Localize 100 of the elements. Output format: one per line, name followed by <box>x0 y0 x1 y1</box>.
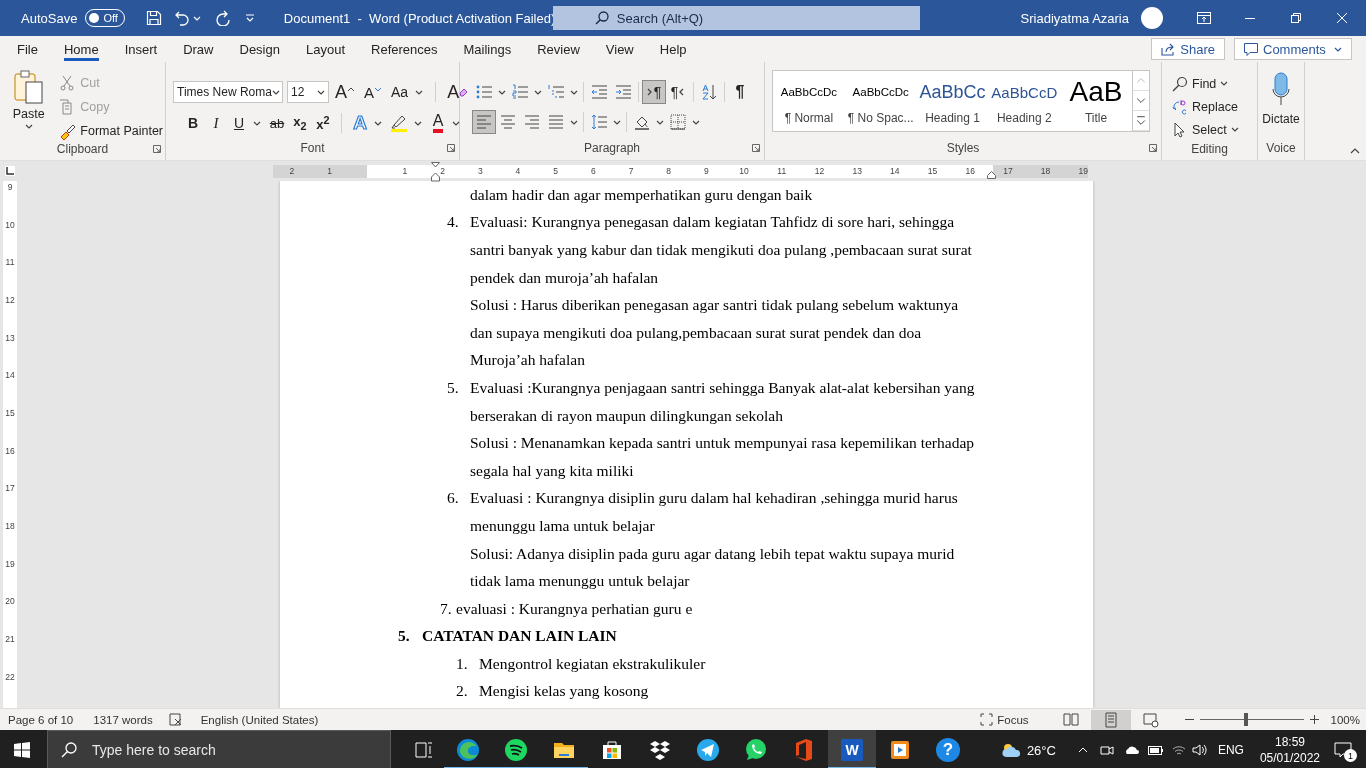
superscript-button[interactable]: x$^{2}$ <box>313 112 333 134</box>
ribbon-tab[interactable]: Help <box>646 36 700 62</box>
caret-icon[interactable] <box>613 119 621 125</box>
task-view-icon[interactable] <box>415 742 433 758</box>
ribbon-tab[interactable]: Mailings <box>450 36 525 62</box>
collapse-ribbon-icon[interactable] <box>1350 148 1360 154</box>
caret-icon[interactable] <box>415 89 424 95</box>
show-formatting-marks-button[interactable]: ¶ <box>728 80 752 104</box>
zoom-in-icon[interactable] <box>1309 715 1319 724</box>
speaker-icon[interactable] <box>1191 744 1208 756</box>
caret-icon[interactable] <box>570 119 578 125</box>
italic-button[interactable]: I <box>206 112 226 134</box>
shrink-font-button[interactable]: A <box>362 81 386 103</box>
proofing-icon[interactable] <box>168 713 183 726</box>
ribbon-tab[interactable]: Draw <box>170 36 227 62</box>
caret-icon[interactable] <box>452 120 460 126</box>
ribbon-tab[interactable]: Layout <box>292 36 358 62</box>
caret-icon[interactable] <box>570 89 578 95</box>
caret-icon[interactable] <box>414 120 422 126</box>
ribbon-tab[interactable]: View <box>592 36 647 62</box>
ruler-number: 1 <box>327 164 332 178</box>
ribbon-tab[interactable]: Home <box>50 36 112 62</box>
customize-icon[interactable] <box>244 14 255 22</box>
increase-indent-icon <box>615 84 631 100</box>
style-item[interactable]: AaBbCcD Heading 2 <box>988 71 1061 131</box>
save-icon[interactable] <box>145 10 162 26</box>
paragraph-line: Solusi: Adanya disiplin pada guru agar datang lebih tepat waktu supaya murid <box>470 544 955 563</box>
font-name-field[interactable]: Times New Roma <box>173 81 283 103</box>
focus-button[interactable]: Focus <box>980 713 1029 726</box>
caret-icon[interactable] <box>1230 127 1239 132</box>
caret-icon[interactable] <box>317 89 325 95</box>
chevron-up-icon[interactable] <box>1077 747 1088 753</box>
replace-button[interactable]: Replace <box>1172 95 1238 118</box>
caret-icon[interactable] <box>534 89 542 95</box>
subscript-button[interactable]: x$_{2}$ <box>290 112 310 134</box>
ribbon-tab[interactable]: File <box>4 36 51 62</box>
align-left-icon <box>476 114 492 130</box>
caret-icon[interactable] <box>1220 81 1229 86</box>
windows-icon[interactable] <box>14 742 30 758</box>
strikethrough-button[interactable]: ab <box>267 112 287 134</box>
search-field[interactable]: Search (Alt+Q) <box>552 6 920 30</box>
caret-icon[interactable] <box>1334 46 1342 52</box>
style-item[interactable]: AaBbCcDc ¶ Normal <box>773 71 845 131</box>
user-name: Sriadiyatma Azaria <box>1020 10 1129 26</box>
paragraph-line: berserakan di rayon maupun dilingkungan sekolah <box>470 406 783 425</box>
caret-icon[interactable] <box>656 119 664 125</box>
select-button[interactable]: Select <box>1172 118 1227 141</box>
comments-button[interactable]: Comments <box>1234 38 1352 60</box>
bold-button[interactable]: B <box>183 112 203 134</box>
share-button[interactable]: Share <box>1151 38 1225 60</box>
first-line-indent-icon[interactable] <box>431 161 440 182</box>
find-button[interactable]: Find <box>1172 72 1217 95</box>
wifi-icon[interactable] <box>1171 744 1186 756</box>
caret-icon[interactable] <box>253 120 261 126</box>
weather-icon[interactable] <box>1000 742 1021 758</box>
taskbar-search-field[interactable]: Type here to search <box>47 730 391 768</box>
ribbon-display-icon[interactable] <box>1197 12 1211 24</box>
caret-icon[interactable] <box>374 120 382 126</box>
paste-button[interactable]: Paste <box>8 70 50 142</box>
style-item[interactable]: AaBbCc Heading 1 <box>916 71 989 131</box>
left-to-right-button[interactable]: ¶ <box>642 80 666 104</box>
dialog-launcher-icon[interactable] <box>752 144 760 152</box>
format-painter-button[interactable]: Format Painter <box>57 120 165 142</box>
close-icon[interactable] <box>1337 13 1347 23</box>
ruler-number: 5 <box>553 164 558 178</box>
style-item[interactable]: AaBbCcDc ¶ No Spac... <box>844 71 917 131</box>
notification-icon[interactable] <box>1334 742 1352 758</box>
zoom-slider-thumb[interactable] <box>1244 713 1249 726</box>
underline-button[interactable]: U <box>229 112 249 134</box>
cloud-icon[interactable] <box>1123 745 1140 755</box>
taskbar-button[interactable]: W <box>828 730 876 768</box>
camera-icon[interactable] <box>1099 744 1114 756</box>
dialog-launcher-icon[interactable] <box>1149 144 1157 152</box>
redo-icon[interactable] <box>214 10 231 26</box>
ribbon-tab[interactable]: Insert <box>111 36 171 62</box>
ribbon-tab[interactable]: References <box>358 36 451 62</box>
dialog-launcher-icon[interactable] <box>153 145 161 153</box>
ruler-number: 4 <box>515 164 521 178</box>
dictate-button[interactable]: Dictate <box>1258 68 1304 140</box>
font-size-field[interactable]: 12 <box>287 81 329 103</box>
battery-icon[interactable] <box>1147 745 1164 755</box>
font-color-button[interactable]: A <box>428 112 448 134</box>
print-layout-button[interactable] <box>1090 709 1131 730</box>
change-case-button[interactable]: Aa <box>389 81 411 103</box>
caret-icon[interactable] <box>498 89 506 95</box>
ribbon-tab[interactable]: Design <box>226 36 293 62</box>
caret-icon[interactable] <box>692 119 700 125</box>
dialog-launcher-icon[interactable] <box>447 144 455 152</box>
caret-icon[interactable] <box>24 124 33 129</box>
tab-selector-icon[interactable] <box>5 166 15 176</box>
caret-icon[interactable] <box>271 89 280 95</box>
taskbar-button[interactable]: ? <box>924 730 972 768</box>
grow-font-button[interactable]: A <box>333 81 358 103</box>
maximize-icon[interactable] <box>1291 13 1301 23</box>
right-indent-icon[interactable] <box>987 170 996 179</box>
right-to-left-button[interactable]: ¶ <box>666 80 690 104</box>
clear-formatting-button[interactable]: A <box>445 81 471 103</box>
ribbon-tab[interactable]: Review <box>524 36 593 62</box>
style-item[interactable]: AaB Title <box>1060 71 1132 131</box>
undo-icon[interactable] <box>173 10 190 26</box>
